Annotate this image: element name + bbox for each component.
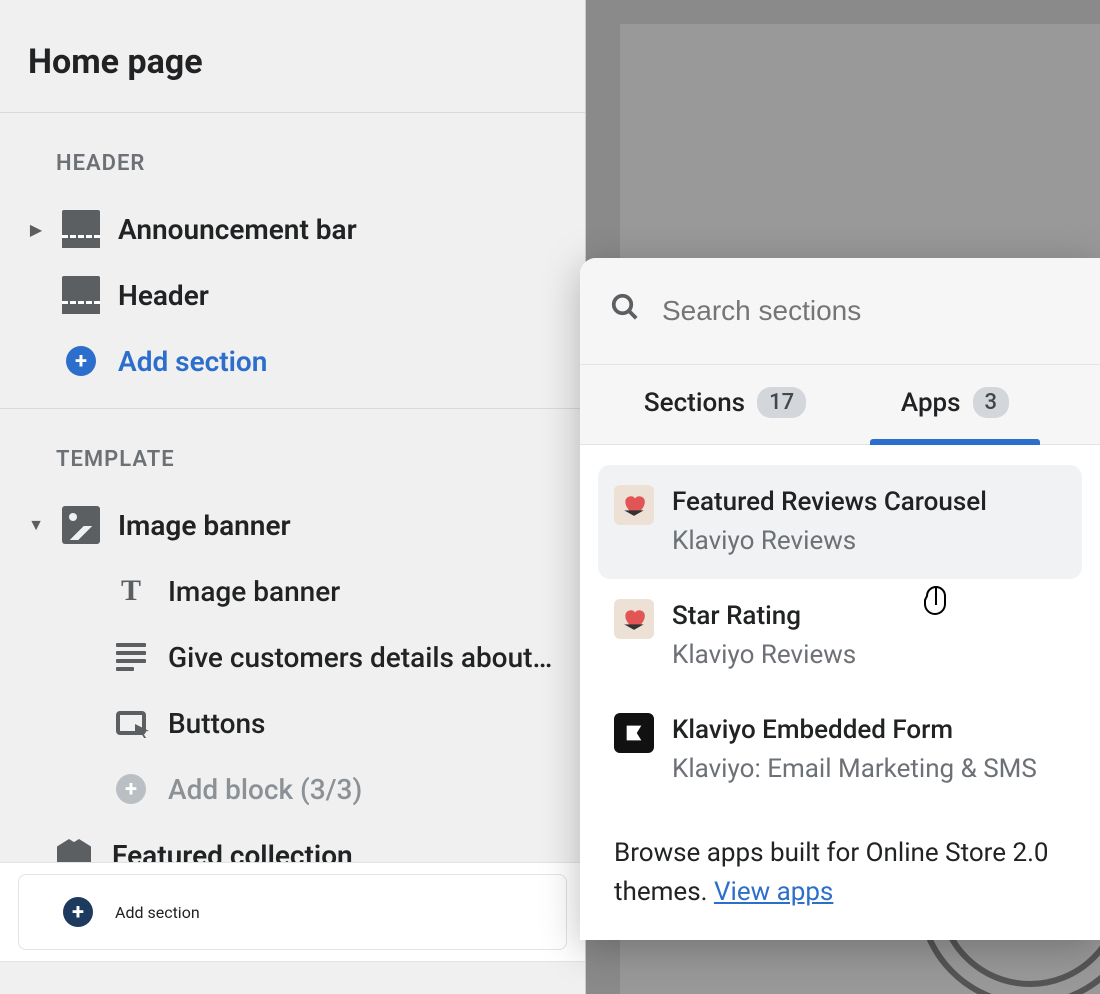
app-title: Star Rating — [672, 599, 856, 634]
cursor-pointer-icon — [922, 585, 952, 627]
plus-icon: + — [112, 770, 150, 808]
section-icon — [62, 276, 100, 314]
tab-label: Apps — [901, 388, 961, 418]
theme-editor-sidebar: Home page HEADER ▶ Announcement bar ▶ He… — [0, 0, 585, 994]
label: Header — [118, 279, 209, 312]
picker-tabs: Sections 17 Apps 3 — [580, 365, 1100, 445]
plus-icon: + — [59, 893, 97, 931]
page-title: Home page — [0, 0, 585, 112]
add-block-disabled: + Add block (3/3) — [0, 756, 585, 822]
app-item-embedded-form[interactable]: Klaviyo Embedded Form Klaviyo: Email Mar… — [598, 693, 1082, 807]
app-title: Featured Reviews Carousel — [672, 485, 987, 520]
section-icon — [62, 210, 100, 248]
search-input[interactable] — [662, 295, 1070, 327]
tab-count: 17 — [757, 387, 806, 418]
paragraph-icon — [112, 638, 150, 676]
app-item-star-rating[interactable]: Star Rating Klaviyo Reviews — [598, 579, 1082, 693]
add-section-template[interactable]: + Add section — [18, 874, 567, 950]
klaviyo-reviews-icon — [614, 485, 654, 525]
label: Buttons — [168, 707, 265, 740]
group-label-template: TEMPLATE — [0, 409, 585, 492]
chevron-down-icon: ▼ — [28, 515, 44, 535]
label: Add block (3/3) — [168, 773, 362, 806]
label: Image banner — [118, 509, 291, 542]
search-icon — [610, 292, 640, 330]
browse-apps-text: Browse apps built for Online Store 2.0 t… — [580, 820, 1100, 940]
app-subtitle: Klaviyo: Email Marketing & SMS — [672, 752, 1037, 787]
search-bar[interactable] — [580, 258, 1100, 365]
tab-count: 3 — [973, 387, 1010, 418]
text-icon: T — [112, 572, 150, 610]
tab-sections[interactable]: Sections 17 — [610, 365, 840, 444]
group-label-header: HEADER — [0, 113, 585, 196]
label: Announcement bar — [118, 213, 357, 246]
section-picker-popup: Sections 17 Apps 3 Featured Reviews Caro… — [580, 258, 1100, 940]
view-apps-link[interactable]: View apps — [714, 877, 833, 907]
klaviyo-reviews-icon — [614, 599, 654, 639]
tab-label: Sections — [644, 388, 745, 418]
klaviyo-flag-icon — [614, 713, 654, 753]
block-buttons[interactable]: Buttons — [0, 690, 585, 756]
app-subtitle: Klaviyo Reviews — [672, 638, 856, 673]
image-icon — [62, 506, 100, 544]
sidebar-item-header[interactable]: ▶ Header — [0, 262, 585, 328]
block-paragraph[interactable]: Give customers details about… — [0, 624, 585, 690]
label: Image banner — [168, 575, 340, 608]
apps-list: Featured Reviews Carousel Klaviyo Review… — [580, 445, 1100, 820]
sidebar-item-image-banner[interactable]: ▼ Image banner — [0, 492, 585, 558]
add-section-header[interactable]: ▶ + Add section — [0, 328, 585, 394]
add-section-active-band: + Add section — [0, 862, 585, 962]
app-title: Klaviyo Embedded Form — [672, 713, 1037, 748]
plus-icon: + — [62, 342, 100, 380]
app-subtitle: Klaviyo Reviews — [672, 524, 987, 559]
tab-apps[interactable]: Apps 3 — [840, 365, 1070, 444]
chevron-right-icon: ▶ — [28, 220, 44, 239]
block-image-banner[interactable]: T Image banner — [0, 558, 585, 624]
sidebar-item-announcement-bar[interactable]: ▶ Announcement bar — [0, 196, 585, 262]
button-icon — [112, 704, 150, 742]
app-item-featured-reviews[interactable]: Featured Reviews Carousel Klaviyo Review… — [598, 465, 1082, 579]
label: Give customers details about… — [168, 641, 552, 674]
label: Add section — [118, 345, 267, 378]
label: Add section — [115, 903, 200, 922]
